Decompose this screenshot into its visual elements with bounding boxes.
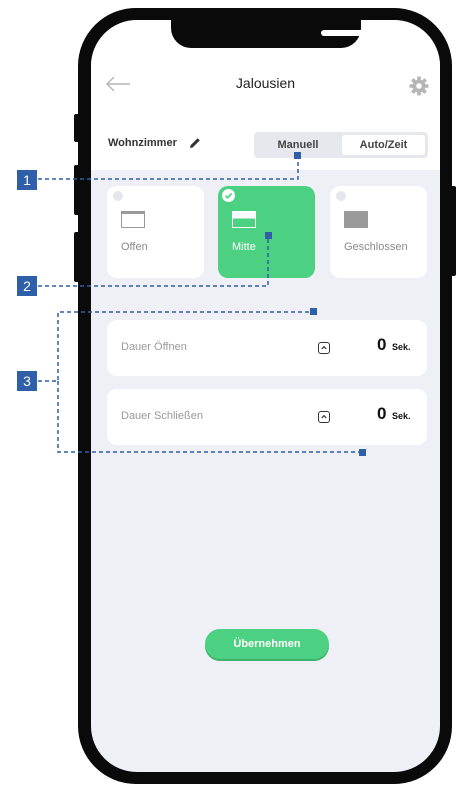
notch: [171, 20, 391, 48]
tab-auto-zeit[interactable]: Auto/Zeit: [342, 135, 425, 155]
blind-half-icon: [232, 211, 256, 228]
position-card-mitte[interactable]: Mitte: [218, 186, 315, 278]
blind-closed-icon: [344, 211, 368, 228]
callout-3: 3: [17, 371, 37, 391]
duration-unit: Sek.: [392, 411, 411, 421]
radio-indicator: [336, 191, 346, 201]
page-title: Jalousien: [235, 75, 296, 91]
duration-unit: Sek.: [392, 342, 411, 352]
camera: [381, 28, 391, 38]
room-name: Wohnzimmer: [108, 137, 177, 149]
duration-label: Dauer Schließen: [121, 410, 203, 422]
stepper-icon[interactable]: [318, 342, 330, 354]
phone-screen: Jalousien Wohnzimmer Manuell Auto/Zeit O…: [91, 20, 440, 772]
position-label: Geschlossen: [344, 241, 408, 253]
pencil-icon[interactable]: [189, 137, 201, 149]
callout-2: 2: [17, 276, 37, 296]
duration-label: Dauer Öffnen: [121, 341, 187, 353]
callout-1: 1: [17, 170, 37, 190]
duration-row-close: Dauer Schließen 0 Sek.: [107, 389, 427, 445]
apply-button[interactable]: Übernehmen: [205, 629, 329, 659]
stepper-icon[interactable]: [318, 411, 330, 423]
duration-row-open: Dauer Öffnen 0 Sek.: [107, 320, 427, 376]
radio-indicator: [113, 191, 123, 201]
position-card-geschlossen[interactable]: Geschlossen: [330, 186, 427, 278]
position-label: Offen: [121, 241, 148, 253]
gear-icon[interactable]: [409, 76, 429, 96]
blind-open-icon: [121, 211, 145, 228]
mode-segmented-control: Manuell Auto/Zeit: [254, 132, 428, 158]
speaker: [321, 30, 368, 36]
tab-manuell[interactable]: Manuell: [257, 135, 339, 155]
position-label: Mitte: [232, 241, 256, 253]
position-card-offen[interactable]: Offen: [107, 186, 204, 278]
duration-value: 0: [377, 335, 387, 354]
duration-value: 0: [377, 404, 387, 423]
check-icon: [222, 189, 235, 202]
